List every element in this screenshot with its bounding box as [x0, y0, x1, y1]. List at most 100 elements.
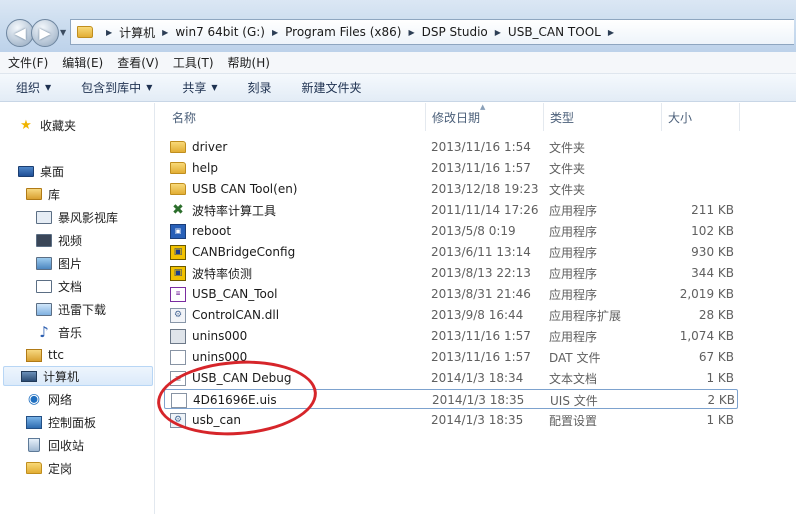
- menu-edit[interactable]: 编辑(E): [62, 54, 103, 71]
- chevron-right-icon[interactable]: ▶: [106, 28, 112, 37]
- column-header-name[interactable]: 名称: [166, 103, 426, 131]
- breadcrumb-drive[interactable]: win7 64bit (G:): [175, 25, 265, 39]
- file-type: 应用程序: [549, 245, 598, 260]
- new-folder-button[interactable]: 新建文件夹: [302, 79, 362, 96]
- file-row-usb-can-config[interactable]: ⚙ usb_can 2014/1/3 18:35 配置设置 1 KB: [164, 410, 738, 430]
- file-type: 应用程序: [549, 203, 598, 218]
- chevron-right-icon[interactable]: ▶: [408, 28, 414, 37]
- text-file-icon: ≡: [170, 370, 186, 386]
- file-row-controlcan-dll[interactable]: ⚙ ControlCAN.dll 2013/9/8 16:44 应用程序扩展 28…: [164, 305, 738, 325]
- file-size: 1 KB: [706, 371, 734, 385]
- forward-button[interactable]: ▶: [31, 19, 59, 47]
- file-row-canbridgeconfig[interactable]: ▣ CANBridgeConfig 2013/6/11 13:14 应用程序 93…: [164, 242, 738, 262]
- nav-computer[interactable]: 计算机: [3, 366, 153, 386]
- menu-tools[interactable]: 工具(T): [173, 54, 214, 71]
- file-type: 应用程序扩展: [549, 308, 622, 323]
- file-row-unins000-dat[interactable]: unins000 2013/11/16 1:57 DAT 文件 67 KB: [164, 347, 738, 367]
- nav-folder-dinggang-label: 定岗: [48, 461, 73, 476]
- burn-button[interactable]: 刻录: [248, 79, 272, 96]
- file-type: 应用程序: [549, 287, 598, 302]
- nav-user-label: ttc: [48, 348, 65, 362]
- picture-icon: [36, 256, 52, 270]
- exe-icon: [170, 328, 186, 344]
- desktop-icon: [18, 165, 34, 177]
- file-name-cell: ⚙ usb_can: [170, 410, 241, 430]
- nav-library-videos[interactable]: 视频: [36, 230, 82, 250]
- nav-library-music[interactable]: ♪ 音乐: [36, 322, 82, 342]
- breadcrumb-usb-can-tool[interactable]: USB_CAN TOOL: [508, 25, 601, 39]
- file-name: USB_CAN_Tool: [192, 287, 278, 301]
- config-file-icon: ⚙: [170, 412, 186, 428]
- file-row-unins000-exe[interactable]: unins000 2013/11/16 1:57 应用程序 1,074 KB: [164, 326, 738, 346]
- nav-library-thunder-label: 迅雷下载: [58, 302, 107, 317]
- can-tool-icon: ≡: [170, 286, 186, 302]
- file-row-usb-can-debug[interactable]: ≡ USB_CAN Debug 2014/1/3 18:34 文本文档 1 KB: [164, 368, 738, 388]
- recent-pages-dropdown-icon[interactable]: ▼: [60, 28, 66, 37]
- arrow-right-icon: ▶: [39, 24, 51, 42]
- file-size: 28 KB: [698, 308, 734, 322]
- download-icon: [36, 302, 52, 316]
- yellow-app-icon: ▣: [170, 244, 186, 260]
- nav-library-documents-label: 文档: [58, 279, 83, 294]
- app-icon: ▣: [170, 223, 186, 239]
- nav-library-documents[interactable]: 文档: [36, 276, 82, 296]
- file-name: ControlCAN.dll: [192, 308, 280, 322]
- chevron-right-icon[interactable]: ▶: [162, 28, 168, 37]
- file-row-reboot[interactable]: ▣ reboot 2013/5/8 0:19 应用程序 102 KB: [164, 221, 738, 241]
- file-row-baud-detect[interactable]: ▣ 波特率侦测 2013/8/13 22:13 应用程序 344 KB: [164, 263, 738, 283]
- file-size: [640, 158, 734, 178]
- file-row-driver[interactable]: driver 2013/11/16 1:54 文件夹: [164, 137, 738, 157]
- nav-favorites[interactable]: ★ 收藏夹: [18, 115, 76, 135]
- file-type: 文件夹: [549, 161, 586, 176]
- breadcrumb-computer[interactable]: 计算机: [119, 24, 155, 41]
- document-icon: [36, 279, 52, 293]
- nav-user[interactable]: ttc: [26, 345, 64, 365]
- nav-library-music-label: 音乐: [58, 325, 83, 340]
- doc-icon: [171, 392, 187, 408]
- nav-desktop[interactable]: 桌面: [18, 161, 64, 181]
- nav-library-storm[interactable]: 暴风影视库: [36, 207, 118, 227]
- nav-library-thunder[interactable]: 迅雷下载: [36, 299, 106, 319]
- menu-help[interactable]: 帮助(H): [228, 54, 270, 71]
- share-button[interactable]: 共享 ▼: [182, 79, 217, 96]
- file-row-4d61696e-uis[interactable]: 4D61696E.uis 2014/1/3 18:35 UIS 文件 2 KB: [164, 389, 738, 409]
- chevron-right-icon[interactable]: ▶: [608, 28, 614, 37]
- nav-library-pictures[interactable]: 图片: [36, 253, 82, 273]
- nav-control-panel[interactable]: 控制面板: [26, 412, 96, 432]
- file-name: usb_can: [192, 413, 242, 427]
- menu-view[interactable]: 查看(V): [117, 54, 159, 71]
- organize-button[interactable]: 组织 ▼: [16, 79, 51, 96]
- column-header-type[interactable]: 类型: [544, 103, 662, 131]
- nav-folder-dinggang[interactable]: 定岗: [26, 458, 72, 478]
- column-header-size[interactable]: 大小: [662, 103, 740, 131]
- file-row-usb-can-tool-en[interactable]: USB CAN Tool(en) 2013/12/18 19:23 文件夹: [164, 179, 738, 199]
- nav-library[interactable]: 库: [26, 184, 60, 204]
- breadcrumb-program-files[interactable]: Program Files (x86): [285, 25, 401, 39]
- file-row-help[interactable]: help 2013/11/16 1:57 文件夹: [164, 158, 738, 178]
- nav-library-pictures-label: 图片: [58, 256, 83, 271]
- file-name-cell: ⚙ ControlCAN.dll: [170, 305, 279, 325]
- nav-recycle-bin[interactable]: 回收站: [26, 435, 84, 455]
- doc-icon: [170, 349, 186, 365]
- file-name: CANBridgeConfig: [192, 245, 296, 259]
- file-type: UIS 文件: [550, 393, 598, 408]
- menu-bar: 文件(F) 编辑(E) 查看(V) 工具(T) 帮助(H): [0, 52, 796, 74]
- include-in-library-label: 包含到库中: [81, 81, 142, 95]
- address-bar[interactable]: ▶ 计算机 ▶ win7 64bit (G:) ▶ Program Files …: [70, 19, 794, 45]
- include-in-library-button[interactable]: 包含到库中 ▼: [81, 79, 152, 96]
- file-row-usb-can-tool[interactable]: ≡ USB_CAN_Tool 2013/8/31 21:46 应用程序 2,019…: [164, 284, 738, 304]
- chevron-right-icon[interactable]: ▶: [495, 28, 501, 37]
- chevron-right-icon[interactable]: ▶: [272, 28, 278, 37]
- folder-icon: [170, 183, 186, 195]
- nav-network[interactable]: ◉ 网络: [26, 389, 72, 409]
- file-name: 波特率侦测: [192, 266, 253, 281]
- file-name-cell: unins000: [170, 326, 247, 346]
- column-type-label: 类型: [550, 110, 575, 125]
- breadcrumb-dsp-studio[interactable]: DSP Studio: [422, 25, 488, 39]
- back-button[interactable]: ◀: [6, 19, 34, 47]
- file-name: unins000: [192, 350, 248, 364]
- file-row-baud-calculator[interactable]: ✖ 波特率计算工具 2011/11/14 17:26 应用程序 211 KB: [164, 200, 738, 220]
- nav-recycle-bin-label: 回收站: [48, 438, 85, 453]
- file-name: unins000: [192, 329, 248, 343]
- menu-file[interactable]: 文件(F): [8, 54, 48, 71]
